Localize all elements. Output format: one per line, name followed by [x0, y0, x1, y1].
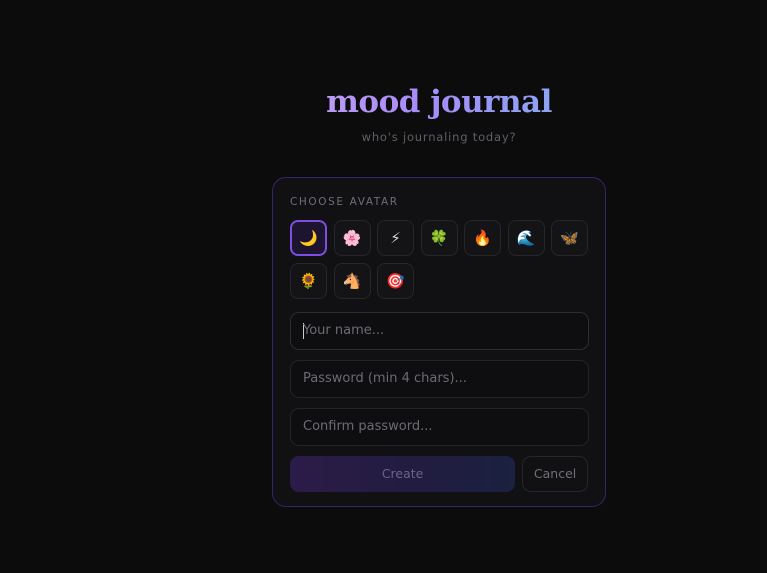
avatar-option-sunflower-icon[interactable]: 🌻	[290, 262, 327, 299]
password-input[interactable]	[303, 371, 576, 386]
profile-card: CHOOSE AVATAR 🌙 🌸 ⚡ 🍀 🔥 🌊 🦋 🌻 🐴 🎯 Create Cancel	[272, 177, 606, 507]
target-icon: 🎯	[386, 271, 405, 290]
avatar-option-wave-icon[interactable]: 🌊	[507, 220, 545, 256]
four-leaf-clover-icon: 🍀	[429, 229, 449, 247]
avatar-option-four-leaf-clover-icon[interactable]: 🍀	[420, 220, 458, 256]
app-subtitle: who's journaling today?	[361, 130, 517, 144]
avatar-option-butterfly-icon[interactable]: 🦋	[551, 220, 588, 256]
avatar-grid: 🌙 🌸 ⚡ 🍀 🔥 🌊 🦋 🌻 🐴 🎯	[290, 220, 588, 299]
avatar-option-crescent-moon-icon[interactable]: 🌙	[290, 220, 327, 256]
lightning-icon: ⚡	[390, 229, 401, 247]
cancel-button[interactable]: Cancel	[522, 455, 588, 492]
avatar-option-lightning-icon[interactable]: ⚡	[377, 220, 414, 256]
horse-icon: 🐴	[342, 271, 362, 290]
fire-icon: 🔥	[473, 229, 492, 247]
password-field[interactable]	[290, 359, 589, 398]
app-title: mood journal	[272, 84, 606, 120]
wave-icon: 🌊	[516, 229, 536, 247]
confirm-password-input[interactable]	[303, 419, 576, 434]
avatar-section-label: CHOOSE AVATAR	[290, 196, 399, 208]
butterfly-icon: 🦋	[560, 229, 579, 247]
form-actions: Create Cancel	[290, 455, 588, 492]
avatar-option-cherry-blossom-icon[interactable]: 🌸	[333, 220, 371, 256]
cherry-blossom-icon: 🌸	[342, 229, 362, 247]
create-button[interactable]: Create	[290, 455, 516, 492]
name-field[interactable]	[290, 311, 589, 350]
name-input[interactable]	[303, 323, 576, 338]
confirm-password-field[interactable]	[290, 407, 589, 446]
avatar-option-horse-icon[interactable]: 🐴	[333, 262, 371, 299]
sunflower-icon: 🌻	[299, 271, 318, 290]
avatar-option-target-icon[interactable]: 🎯	[377, 262, 414, 299]
avatar-option-fire-icon[interactable]: 🔥	[464, 220, 501, 256]
crescent-moon-icon: 🌙	[299, 229, 318, 247]
